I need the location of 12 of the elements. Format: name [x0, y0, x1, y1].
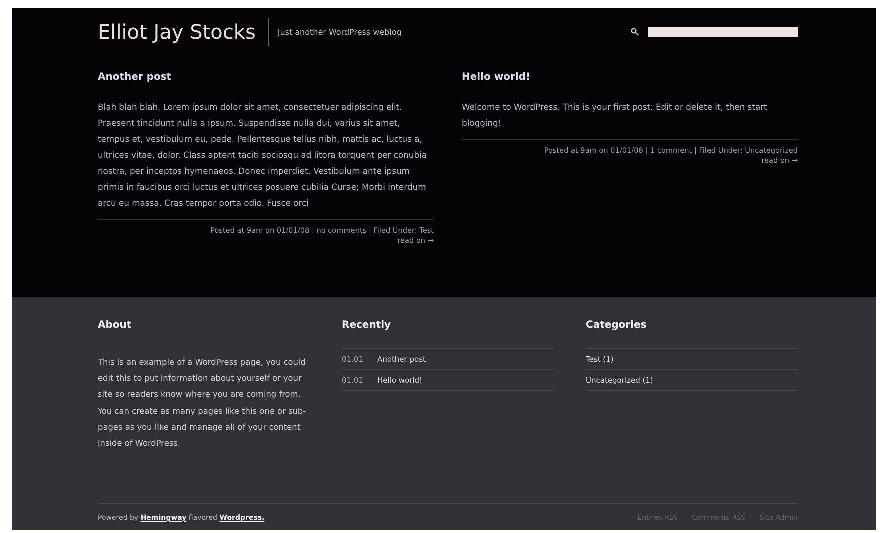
post-title[interactable]: Another post [98, 71, 434, 85]
categories-heading: Categories [586, 320, 648, 332]
search-field[interactable] [648, 27, 798, 37]
site-title[interactable]: Elliot Jay Stocks [98, 18, 269, 46]
about-heading: About [98, 320, 133, 332]
post-body: Blah blah blah. Lorem ipsum dolor sit amet, consectetuer adipiscing elit. Praesent tincidunt nulla a ipsum. Suspendisse nulla dui, varius sit amet, tempus et, vestibulum eu, pede. Pellentesque tellus nibh, mattis ac, luctus a, ultrices vitae, dolor. Class aptent taciti sociosqu ad litora torquent per conubia nostra, per inceptos hymenaeos. Donec imperdiet. Vestibulum ante ipsum primis in faucibus orci luctus et ultrices posuere cubilia Curae; Morbi interdum arcu eu massa. Cras tempor porta odio. Fusce orci [98, 101, 428, 210]
recently-heading: Recently [342, 320, 392, 332]
tagline: Just another WordPress weblog [276, 28, 402, 36]
about-text: This is an example of a WordPress page, you could edit this to put information about yourself or your site so readers know where you are coming from. You can create as many pages like this one or sub-pages as you like and manage all of your content inside of WordPress. [98, 356, 308, 450]
post-body: Welcome to WordPress. This is your first post. Edit or delete it, then start blogging! [462, 101, 768, 130]
search-icon[interactable] [631, 28, 639, 36]
post-title[interactable]: Hello world! [462, 71, 798, 85]
